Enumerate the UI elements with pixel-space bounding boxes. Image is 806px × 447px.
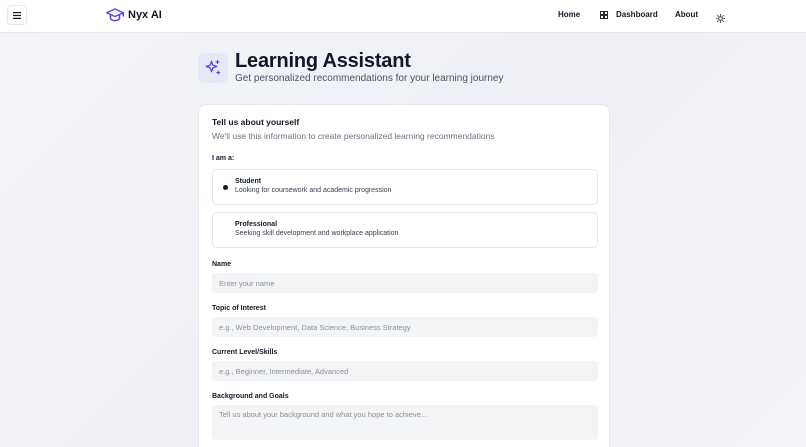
level-input[interactable] (212, 361, 598, 381)
page-title: Learning Assistant (235, 50, 411, 72)
graduation-cap-icon (106, 8, 124, 22)
name-label: Name (212, 261, 232, 268)
hero-icon-box (198, 53, 228, 83)
nav-about-link[interactable]: About (675, 10, 698, 19)
sparkles-icon (205, 59, 221, 75)
nav-dashboard-label: Dashboard (616, 10, 658, 19)
role-option-title: Professional (235, 221, 278, 228)
background-textarea[interactable] (212, 405, 598, 440)
radio-selected-indicator (223, 185, 228, 190)
page-subtitle: Get personalized recommendations for you… (235, 73, 504, 84)
profile-form-card: Tell us about yourself We'll use this in… (198, 104, 610, 447)
form-title: Tell us about yourself (212, 117, 300, 127)
role-option-description: Looking for coursework and academic prog… (235, 187, 392, 194)
menu-button[interactable] (7, 5, 27, 25)
menu-icon (13, 11, 21, 19)
theme-toggle-button[interactable] (715, 11, 726, 24)
nav-home-link[interactable]: Home (558, 10, 580, 19)
nav-dashboard-link[interactable]: Dashboard (600, 10, 658, 19)
name-input[interactable] (212, 273, 598, 293)
form-description: We'll use this information to create per… (212, 131, 495, 141)
brand-logo-link[interactable]: Nyx AI (106, 7, 162, 23)
brand-name: Nyx AI (128, 9, 162, 21)
background-label: Background and Goals (212, 393, 289, 400)
level-label: Current Level/Skills (212, 349, 278, 356)
topic-label: Topic of Interest (212, 305, 266, 312)
role-option-title: Student (235, 178, 262, 185)
role-option-professional[interactable]: Professional Seeking skill development a… (212, 212, 598, 248)
sun-icon (715, 13, 726, 24)
topic-input[interactable] (212, 317, 598, 337)
role-option-description: Seeking skill development and workplace … (235, 230, 399, 237)
grid-icon (600, 10, 608, 19)
role-label: I am a: (212, 155, 235, 162)
role-option-student[interactable]: Student Looking for coursework and acade… (212, 169, 598, 205)
top-navbar: Nyx AI Home Dashboard About (0, 0, 806, 33)
